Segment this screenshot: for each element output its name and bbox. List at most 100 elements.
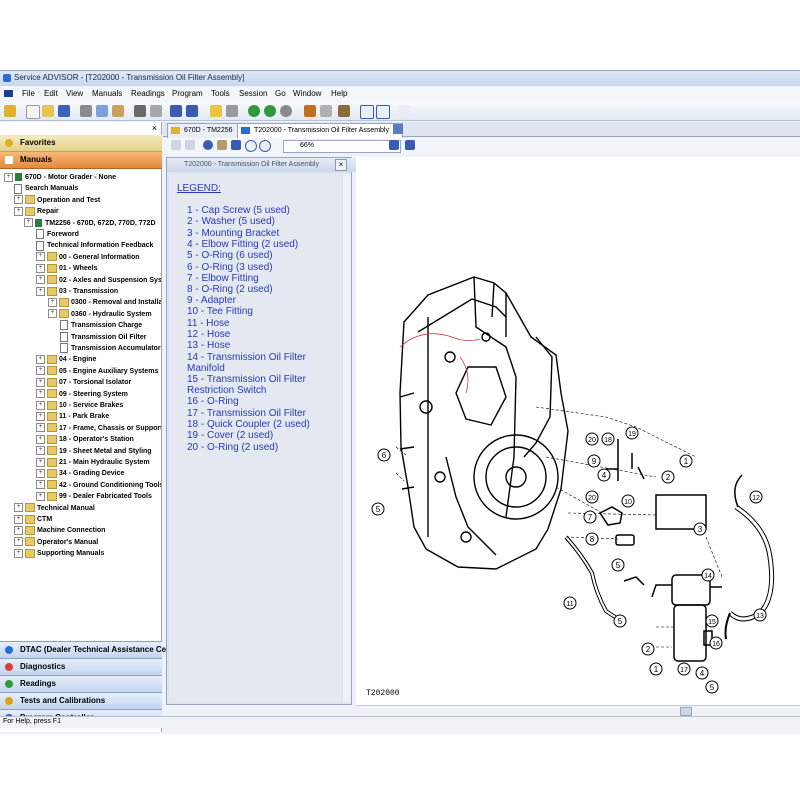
save-icon[interactable] xyxy=(58,105,70,117)
diagnostic-icon[interactable] xyxy=(304,105,316,117)
legend-scrollbar[interactable] xyxy=(343,174,351,702)
zoom-out-icon[interactable] xyxy=(259,140,271,152)
readings-header[interactable]: Readings xyxy=(0,675,162,692)
fit-icon[interactable] xyxy=(231,140,241,150)
expand-toggle-icon[interactable]: + xyxy=(24,218,33,228)
expand-toggle-icon[interactable]: + xyxy=(36,400,45,410)
menu-edit[interactable]: Edit xyxy=(44,89,58,98)
menu-readings[interactable]: Readings xyxy=(131,89,165,98)
tree-item[interactable]: +670D - Motor Grader - None xyxy=(4,172,116,183)
tile-icon[interactable] xyxy=(360,105,374,119)
expand-toggle-icon[interactable]: + xyxy=(14,195,23,205)
menu-session[interactable]: Session xyxy=(239,89,267,98)
cascade-icon[interactable] xyxy=(376,105,390,119)
expand-toggle-icon[interactable]: + xyxy=(36,412,45,422)
tree-item[interactable]: + Supporting Manuals xyxy=(14,548,104,559)
dtac-header[interactable]: DTAC (Dealer Technical Assistance Center… xyxy=(0,641,184,658)
menu-view[interactable]: View xyxy=(66,89,83,98)
open-icon[interactable] xyxy=(42,105,54,117)
gear-icon[interactable] xyxy=(338,105,350,117)
expand-toggle-icon[interactable]: + xyxy=(36,469,45,479)
mail-icon[interactable] xyxy=(210,105,222,117)
expand-toggle-icon[interactable]: + xyxy=(36,423,45,433)
expand-toggle-icon[interactable]: + xyxy=(14,548,23,558)
refresh-icon[interactable] xyxy=(203,140,213,150)
expand-toggle-icon[interactable]: + xyxy=(36,434,45,444)
tree-item[interactable]: Search Manuals xyxy=(14,183,78,194)
expand-toggle-icon[interactable]: + xyxy=(4,172,13,182)
tree-item[interactable]: +42 - Ground Conditioning Tools xyxy=(36,480,161,491)
expand-toggle-icon[interactable]: + xyxy=(14,514,23,524)
print-page-icon[interactable] xyxy=(185,140,195,150)
expand-toggle-icon[interactable]: + xyxy=(36,275,45,285)
legend-close-button[interactable]: × xyxy=(335,159,347,171)
tree-item[interactable]: +03 - Transmission xyxy=(36,286,118,297)
menu-go[interactable]: Go xyxy=(275,89,286,98)
tree-item[interactable]: +21 - Main Hydraulic System xyxy=(36,457,150,468)
network-icon[interactable] xyxy=(170,105,182,117)
menu-help[interactable]: Help xyxy=(331,89,347,98)
expand-toggle-icon[interactable]: + xyxy=(36,252,45,262)
favorites-header[interactable]: Favorites xyxy=(0,135,162,152)
back-icon[interactable] xyxy=(248,105,260,117)
tree-item[interactable]: + Technical Manual xyxy=(14,503,95,514)
menu-manuals[interactable]: Manuals xyxy=(92,89,122,98)
menu-tools[interactable]: Tools xyxy=(211,89,230,98)
tests-calibrations-header[interactable]: Tests and Calibrations xyxy=(0,692,162,709)
new-icon[interactable] xyxy=(26,105,40,119)
zoom-in-icon[interactable] xyxy=(245,140,257,152)
tree-item[interactable]: +00 - General Information xyxy=(36,252,140,263)
tree-item[interactable]: +0300 - Removal and Installation xyxy=(48,297,161,308)
pane-close-button[interactable]: × xyxy=(152,123,157,133)
settings-icon[interactable] xyxy=(4,105,16,117)
tab-t202000[interactable]: T202000 - Transmission Oil Filter Assemb… xyxy=(237,123,403,138)
expand-toggle-icon[interactable]: + xyxy=(14,537,23,547)
back-page-icon[interactable] xyxy=(171,140,181,150)
tree-item[interactable]: Foreword xyxy=(36,229,79,240)
tree-item[interactable]: +99 - Dealer Fabricated Tools xyxy=(36,491,152,502)
tree-item[interactable]: +04 - Engine xyxy=(36,354,96,365)
tree-item[interactable]: +05 - Engine Auxiliary Systems xyxy=(36,366,158,377)
tool-icon[interactable] xyxy=(320,105,332,117)
scroll-thumb[interactable] xyxy=(680,707,692,716)
expand-toggle-icon[interactable]: + xyxy=(36,480,45,490)
tree-item[interactable]: +17 - Frame, Chassis or Supporting xyxy=(36,423,161,434)
cut-icon[interactable] xyxy=(80,105,92,117)
expand-toggle-icon[interactable]: + xyxy=(36,355,45,365)
expand-toggle-icon[interactable]: + xyxy=(36,286,45,296)
document-menu-icon[interactable] xyxy=(4,90,13,97)
expand-toggle-icon[interactable]: + xyxy=(36,377,45,387)
zoom-select[interactable]: 66% ▾ xyxy=(283,140,401,153)
expand-toggle-icon[interactable]: + xyxy=(36,491,45,501)
print-preview-icon[interactable] xyxy=(150,105,162,117)
connect-icon[interactable] xyxy=(186,105,198,117)
expand-toggle-icon[interactable]: + xyxy=(36,446,45,456)
stop-icon[interactable] xyxy=(280,105,292,117)
expand-toggle-icon[interactable]: + xyxy=(36,366,45,376)
tree-item[interactable]: + TM2256 - 670D, 672D, 770D, 772D xyxy=(24,218,156,229)
tree-item[interactable]: +18 - Operator's Station xyxy=(36,434,134,445)
menu-program[interactable]: Program xyxy=(172,89,203,98)
tree-item[interactable]: +02 - Axles and Suspension Systems xyxy=(36,275,161,286)
tree-item[interactable]: +07 - Torsional Isolator xyxy=(36,377,131,388)
tree-item[interactable]: Transmission Accumulator xyxy=(60,343,161,354)
pan-hand-icon[interactable] xyxy=(217,140,227,150)
print-icon[interactable] xyxy=(134,105,146,117)
tab-menu-icon[interactable] xyxy=(393,124,403,134)
expand-toggle-icon[interactable]: + xyxy=(14,503,23,513)
expand-toggle-icon[interactable]: + xyxy=(36,263,45,273)
diagnostics-header[interactable]: Diagnostics xyxy=(0,658,162,675)
tree-item[interactable]: +11 - Park Brake xyxy=(36,411,109,422)
help-pointer-icon[interactable] xyxy=(398,105,410,117)
tree-item[interactable]: + Machine Connection xyxy=(14,525,105,536)
menu-window[interactable]: Window xyxy=(293,89,321,98)
paste-icon[interactable] xyxy=(112,105,124,117)
tree-item[interactable]: Technical Information Feedback xyxy=(36,240,153,251)
expand-toggle-icon[interactable]: + xyxy=(14,526,23,536)
tree-item[interactable]: +01 - Wheels xyxy=(36,263,98,274)
expand-toggle-icon[interactable]: + xyxy=(36,457,45,467)
tree-item[interactable]: +19 - Sheet Metal and Styling xyxy=(36,446,152,457)
expand-toggle-icon[interactable]: + xyxy=(14,206,23,216)
menu-file[interactable]: File xyxy=(22,89,35,98)
tree-item[interactable]: Transmission Charge xyxy=(60,320,142,331)
